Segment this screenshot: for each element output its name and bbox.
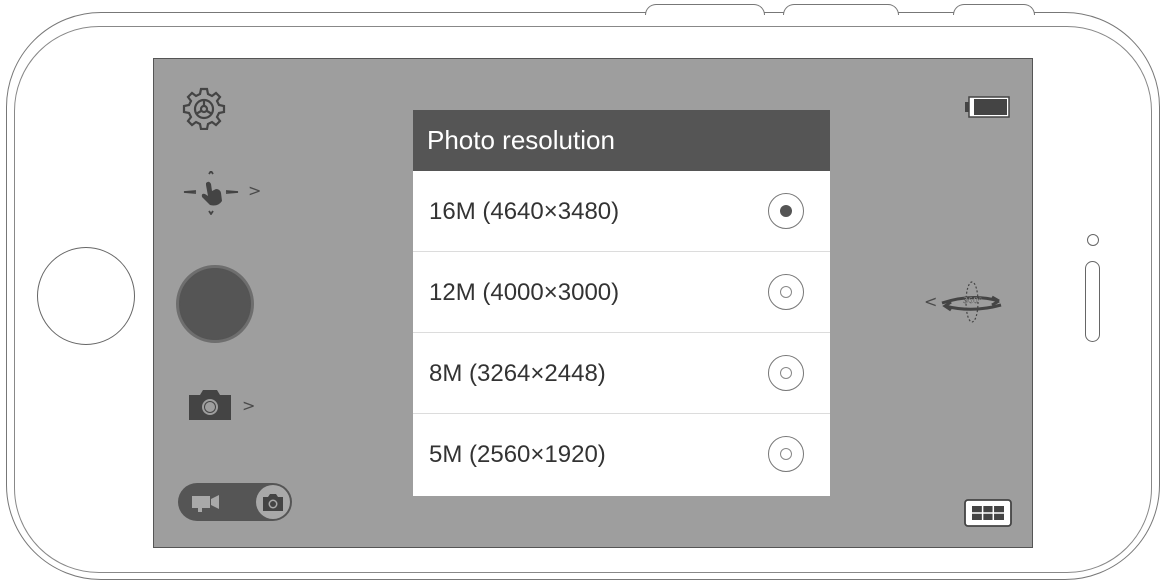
resolution-option-5m[interactable]: 5M (2560×1920) — [413, 414, 830, 495]
rotate-360-icon[interactable]: 360° — [937, 279, 1007, 329]
camera-icon[interactable] — [186, 388, 234, 422]
speaker-grill — [1085, 261, 1100, 342]
gesture-chevron[interactable]: > — [248, 183, 261, 199]
option-label: 16M (4640×3480) — [429, 198, 620, 225]
video-camera-icon[interactable] — [191, 494, 221, 512]
photo-resolution-dialog: Photo resolution 16M (4640×3480) 12M (40… — [413, 110, 830, 496]
side-button — [645, 4, 765, 15]
rotate-360-label: 360° — [963, 296, 982, 305]
front-camera — [1087, 234, 1099, 246]
gear-icon[interactable] — [182, 86, 226, 130]
radio-dot — [780, 205, 792, 217]
swipe-gesture-icon[interactable] — [182, 171, 244, 215]
option-label: 8M (3264×2448) — [429, 360, 606, 387]
shutter-button[interactable] — [176, 265, 254, 343]
camera-icon — [262, 492, 284, 512]
radio-button-selected[interactable] — [768, 193, 804, 229]
side-button — [783, 4, 899, 15]
radio-dot — [780, 286, 792, 298]
camera-screen: > > < 360° Photo resolution 16M (4640×34… — [153, 58, 1033, 548]
radio-dot — [780, 448, 792, 460]
option-label: 12M (4000×3000) — [429, 279, 620, 306]
camera-mode-chevron[interactable]: > — [242, 398, 255, 414]
mode-toggle[interactable] — [178, 483, 292, 521]
rotate-chevron[interactable]: < — [924, 294, 937, 310]
radio-button[interactable] — [768, 436, 804, 472]
side-button — [953, 4, 1035, 15]
radio-button[interactable] — [768, 274, 804, 310]
resolution-option-12m[interactable]: 12M (4000×3000) — [413, 252, 830, 333]
mode-toggle-knob[interactable] — [256, 485, 290, 519]
battery-icon — [965, 95, 1011, 119]
resolution-option-8m[interactable]: 8M (3264×2448) — [413, 333, 830, 414]
resolution-option-16m[interactable]: 16M (4640×3480) — [413, 171, 830, 252]
radio-button[interactable] — [768, 355, 804, 391]
dialog-title: Photo resolution — [413, 110, 830, 171]
radio-dot — [780, 367, 792, 379]
option-label: 5M (2560×1920) — [429, 441, 606, 468]
home-button[interactable] — [37, 247, 135, 345]
grid-icon[interactable] — [964, 499, 1012, 527]
